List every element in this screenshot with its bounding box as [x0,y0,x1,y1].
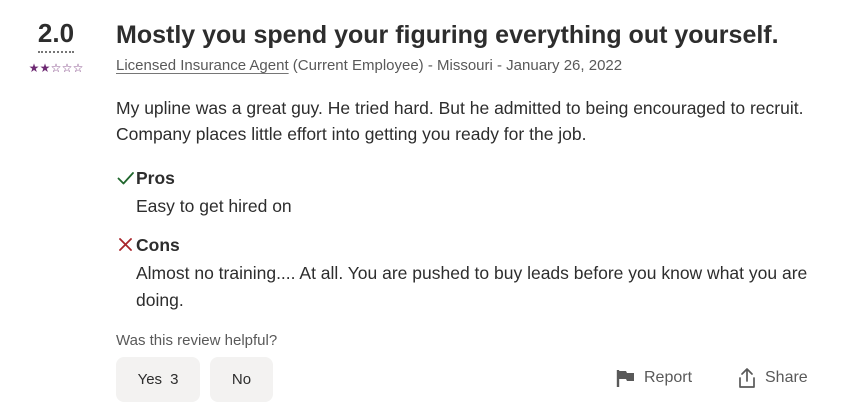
share-label: Share [765,369,808,386]
star-empty-icon: ☆ [72,61,84,75]
cons-section: Cons Almost no training.... At all. You … [116,234,836,314]
star-rating: ★ ★ ☆ ☆ ☆ [20,61,92,75]
no-label: No [231,371,252,388]
helpful-no-button[interactable]: No [210,357,273,402]
star-empty-icon: ☆ [50,61,62,75]
job-title-link[interactable]: Licensed Insurance Agent [116,57,289,74]
rating-value[interactable]: 2.0 [37,16,75,53]
review-card: Mostly you spend your figuring everythin… [116,18,836,314]
review-text: My upline was a great guy. He tried hard… [116,98,804,144]
star-empty-icon: ☆ [61,61,73,75]
report-button[interactable]: Report [616,366,692,390]
star-filled-icon: ★ [39,61,51,75]
pros-section: Pros Easy to get hired on [116,167,836,220]
report-label: Report [644,369,693,386]
review-meta: Licensed Insurance Agent (Current Employ… [116,56,836,76]
rating-summary: 2.0 ★ ★ ☆ ☆ ☆ [20,16,92,75]
review-meta-details: (Current Employee) - Missouri - January … [288,57,623,74]
star-filled-icon: ★ [28,61,40,75]
helpful-question: Was this review helpful? [116,332,278,349]
cons-text: Almost no training.... At all. You are p… [136,263,808,310]
share-icon [739,368,755,388]
x-icon [116,235,136,255]
yes-label: Yes [137,371,163,388]
share-button[interactable]: Share [737,366,808,390]
pros-label: Pros [136,168,175,188]
pros-text: Easy to get hired on [136,196,292,216]
flag-icon [616,370,634,387]
cons-label: Cons [136,235,180,255]
checkmark-icon [116,168,136,188]
helpful-yes-button[interactable]: Yes 3 [116,357,200,402]
yes-count: 3 [170,371,179,388]
review-title: Mostly you spend your figuring everythin… [116,21,779,49]
